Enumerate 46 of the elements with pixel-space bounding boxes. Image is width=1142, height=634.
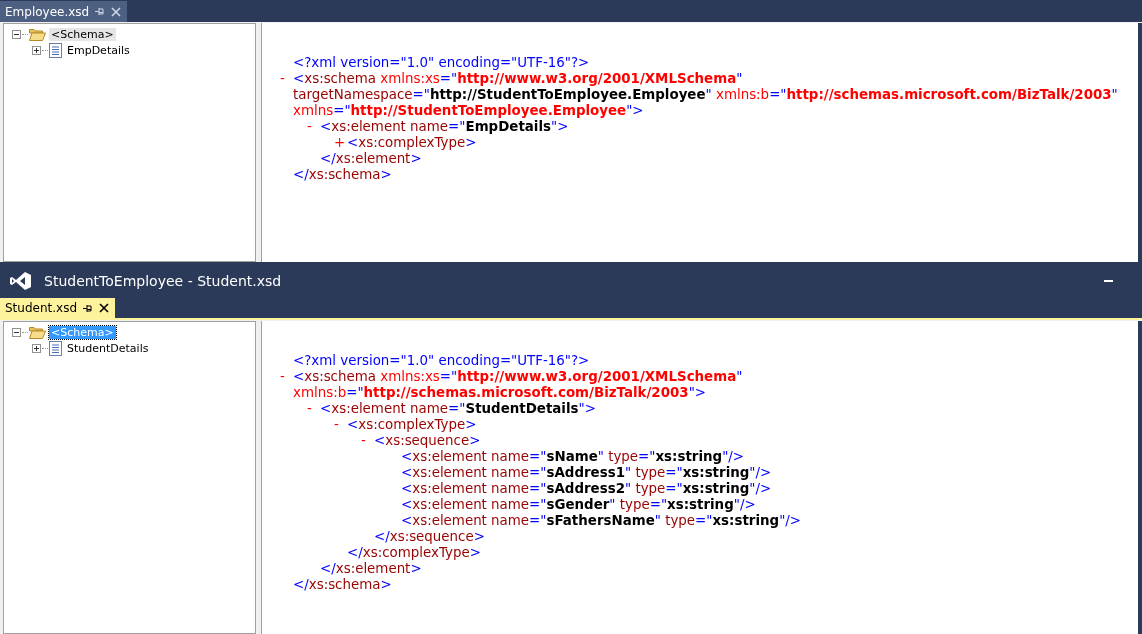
code-line: </xs:sequence> (374, 528, 485, 544)
tree-item[interactable]: <Schema> (49, 27, 116, 41)
close-icon[interactable] (99, 303, 110, 313)
collapse-toggle[interactable]: - (280, 70, 285, 86)
code-line: <xs:element name="sAddress1" type="xs:string"/> (401, 464, 772, 480)
expander-icon[interactable] (12, 327, 21, 337)
code-line: <xs:element name="StudentDetails"> (320, 400, 596, 416)
code-line: <?xml version="1.0" encoding="UTF-16"?> (293, 54, 590, 70)
code-line: </xs:schema> (293, 576, 392, 592)
code-line: <xs:element name="sName" type="xs:string"/> (401, 448, 745, 464)
folder-icon (29, 325, 46, 339)
code-line: </xs:element> (320, 150, 422, 166)
collapse-toggle[interactable]: - (334, 416, 339, 432)
expander-icon[interactable] (32, 343, 41, 353)
code-line: </xs:element> (320, 560, 422, 576)
code-line: <xs:complexType> (347, 416, 477, 432)
code-line: <xs:schema xmlns:xs="http://www.w3.org/2001/XMLSchema" (293, 368, 743, 384)
collapse-toggle[interactable]: - (280, 368, 285, 384)
code-line: <xs:element name="sFathersName" type="xs:string"/> (401, 512, 802, 528)
code-line: xmlns:b="http://schemas.microsoft.com/BizTalk/2003"> (293, 384, 706, 400)
tree-item[interactable]: <Schema> (49, 325, 116, 339)
folder-icon (29, 27, 46, 41)
code-line: <xs:element name="sGender" type="xs:string"/> (401, 496, 756, 512)
tree-item[interactable]: StudentDetails (65, 341, 151, 355)
code-line: <xs:schema xmlns:xs="http://www.w3.org/2001/XMLSchema" (293, 70, 743, 86)
collapse-toggle[interactable]: - (307, 118, 312, 134)
document-icon (49, 340, 62, 356)
expander-icon[interactable] (32, 45, 41, 55)
code-line: </xs:schema> (293, 166, 392, 182)
document-icon (49, 42, 62, 58)
window-title: StudentToEmployee - Student.xsd (44, 272, 282, 289)
collapse-toggle[interactable]: + (334, 134, 346, 150)
code-line: <?xml version="1.0" encoding="UTF-16"?> (293, 352, 590, 368)
expander-icon[interactable] (12, 29, 21, 39)
code-line: <xs:complexType> (347, 134, 477, 150)
collapse-toggle[interactable]: - (307, 400, 312, 416)
pin-icon[interactable] (83, 303, 94, 313)
code-line: <xs:element name="sAddress2" type="xs:string"/> (401, 480, 772, 496)
code-line: <xs:sequence> (374, 432, 481, 448)
collapse-toggle[interactable]: - (361, 432, 366, 448)
code-line: xmlns="http://StudentToEmployee.Employee"> (293, 102, 644, 118)
code-line: <xs:element name="EmpDetails"> (320, 118, 569, 134)
document-tab[interactable]: Student.xsd (0, 298, 116, 318)
tree-item[interactable]: EmpDetails (65, 43, 132, 57)
code-line: targetNamespace="http://StudentToEmployee.Employee" xmlns:b="http://schemas.microsoft.com/BizTalk/2003" (293, 86, 1118, 102)
code-line: </xs:complexType> (347, 544, 481, 560)
